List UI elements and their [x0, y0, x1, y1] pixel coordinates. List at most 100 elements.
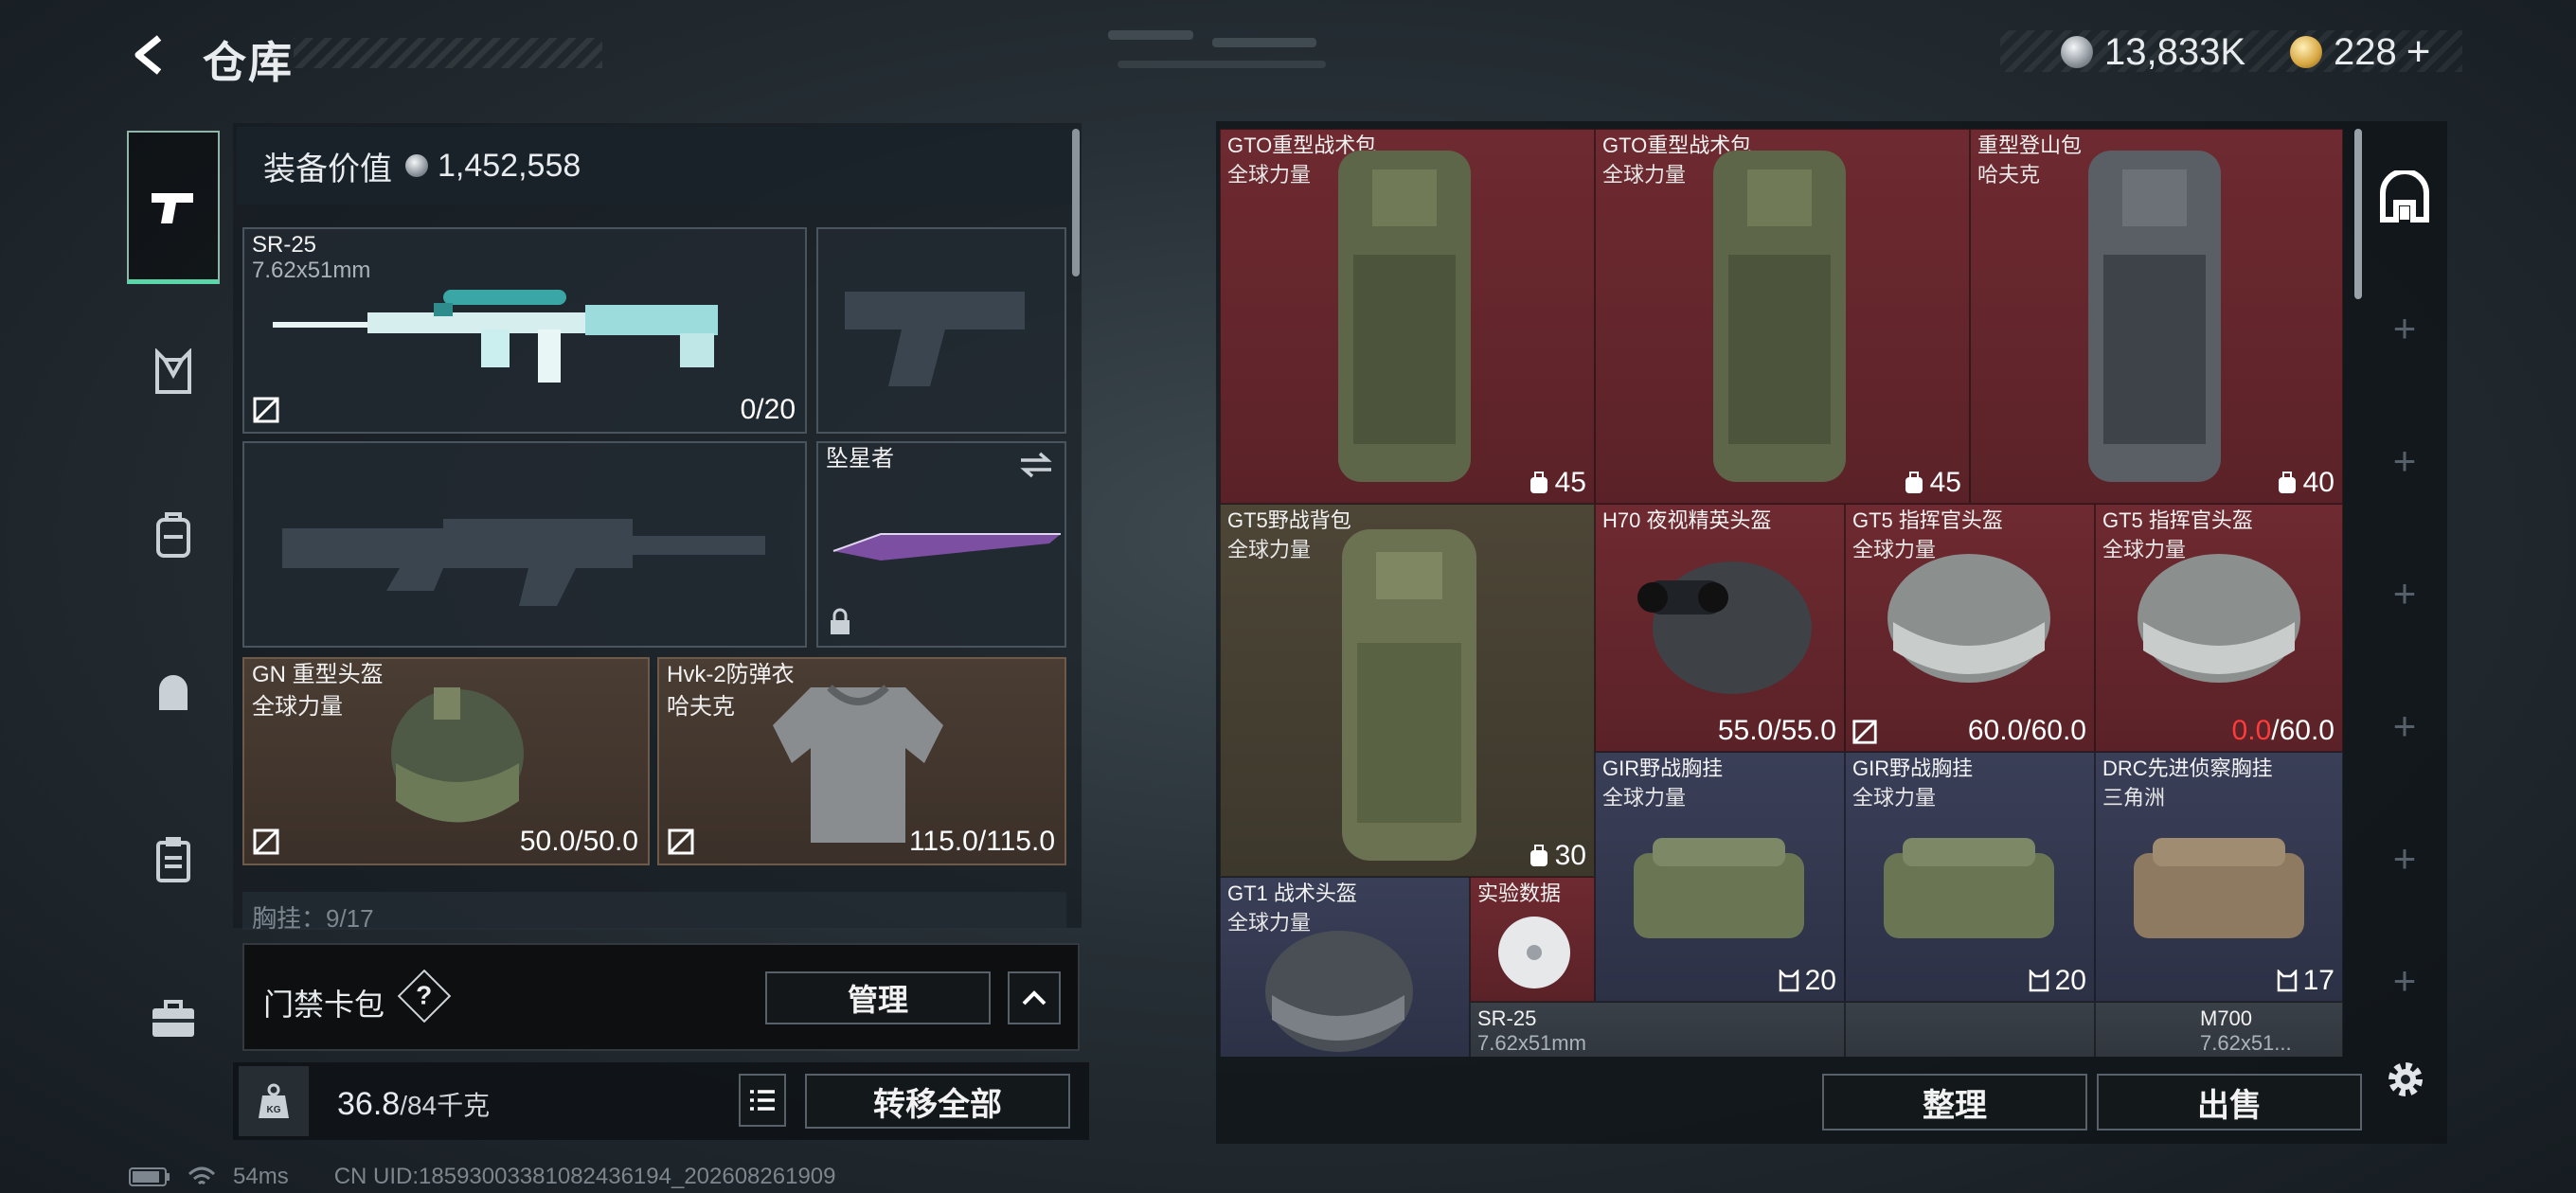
item-name: H70 夜视精英头盔: [1602, 508, 1772, 532]
chest-rig-slot-partial[interactable]: 胸挂：9/17: [242, 892, 1066, 930]
locked-storage-tab[interactable]: +: [2368, 953, 2442, 1009]
primary-weapon-slot[interactable]: SR-25 7.62x51mm 0/20: [242, 227, 807, 434]
no-loss-icon: [253, 397, 279, 423]
chest-rig-image: [2134, 838, 2304, 938]
swap-icon[interactable]: [1017, 451, 1055, 479]
storage-item[interactable]: H70 夜视精英头盔 55.0/55.0: [1595, 504, 1845, 752]
storage-item[interactable]: GT5 指挥官头盔 全球力量 60.0/60.0: [1845, 504, 2095, 752]
collapse-button[interactable]: [1008, 971, 1061, 1024]
armor-slot[interactable]: Hvk-2防弹衣 哈夫克 115.0/115.0: [657, 657, 1066, 865]
storage-item[interactable]: 重型登山包 哈夫克 40: [1970, 129, 2343, 504]
silver-coin-icon: [2061, 36, 2093, 68]
equipment-scrollbar[interactable]: [1072, 129, 1080, 276]
melee-slot[interactable]: 坠星者: [816, 441, 1066, 648]
locked-storage-tab[interactable]: +: [2368, 689, 2442, 763]
gold-currency: 228 +: [2290, 28, 2430, 76]
battery-icon: [129, 1167, 170, 1186]
vest-capacity-icon: [2029, 970, 2048, 992]
rifle-silhouette-icon: [282, 519, 765, 606]
helmet-durability: 50.0/50.0: [519, 826, 638, 857]
item-name: 实验数据: [1477, 881, 1562, 905]
capacity-text: 36.8/84千克: [337, 1085, 490, 1123]
durability-current: 0.0: [2231, 715, 2272, 746]
item-faction: 全球力量: [1227, 163, 1312, 187]
vest-capacity-icon: [1779, 970, 1798, 992]
storage-item[interactable]: SR-25 7.62x51mm: [1470, 1002, 1845, 1057]
storage-item[interactable]: GTO重型战术包 全球力量 45: [1220, 129, 1595, 504]
manage-button[interactable]: 管理: [765, 971, 991, 1024]
item-capacity: 40: [2302, 467, 2334, 498]
nav-container[interactable]: [127, 812, 220, 905]
capacity-badge: 20: [2029, 965, 2086, 997]
storage-tab-main[interactable]: [2364, 157, 2445, 239]
storage-item[interactable]: GTO重型战术包 全球力量 45: [1595, 129, 1970, 504]
helmet-slot[interactable]: GN 重型头盔 全球力量 50.0/50.0: [242, 657, 650, 865]
nav-chest-rig[interactable]: [127, 326, 220, 418]
chevron-up-icon: [1022, 990, 1046, 1006]
storage-item[interactable]: M700 7.62x51...: [2095, 1002, 2343, 1057]
item-name: GT1 战术头盔: [1227, 881, 1357, 905]
briefcase-icon: [152, 1000, 194, 1037]
item-faction: 全球力量: [1602, 163, 1687, 187]
item-durability: 0.0/60.0: [2232, 715, 2334, 747]
item-name: SR-25: [1477, 1006, 1537, 1030]
storage-item[interactable]: [1845, 1002, 2095, 1057]
list-view-button[interactable]: [739, 1074, 786, 1127]
backpack-image: [1338, 151, 1471, 482]
ammo-count: 0/20: [740, 394, 796, 425]
card-pack-bar: 门禁卡包 ? 管理: [242, 943, 1080, 1051]
helmet-name: GN 重型头盔: [252, 662, 384, 687]
locked-storage-tab[interactable]: +: [2368, 822, 2442, 896]
storage-item[interactable]: 实验数据: [1470, 877, 1595, 1002]
storage-item[interactable]: GT5 指挥官头盔 全球力量 0.0/60.0: [2095, 504, 2343, 752]
locked-storage-tab[interactable]: +: [2368, 424, 2442, 498]
item-name: GT5 指挥官头盔: [2102, 508, 2253, 532]
capacity-badge: 40: [2277, 467, 2334, 499]
storage-item[interactable]: GT1 战术头盔 全球力量: [1220, 877, 1470, 1057]
back-button[interactable]: [121, 27, 178, 83]
storage-item[interactable]: DRC先进侦察胸挂 三角洲 17: [2095, 752, 2343, 1002]
item-name: 重型登山包: [1977, 134, 2083, 157]
disc-image: [1498, 917, 1570, 988]
item-name: M700: [2200, 1006, 2253, 1030]
secondary-weapon-slot[interactable]: [242, 441, 807, 648]
armor-faction: 哈夫克: [667, 694, 735, 720]
capacity-badge: 20: [1779, 965, 1836, 997]
wifi-icon: [188, 1166, 216, 1185]
vest-capacity-icon: [2277, 970, 2297, 992]
item-name: GIR野战胸挂: [1602, 757, 1724, 780]
weight-icon: KG: [259, 1083, 289, 1118]
sell-button[interactable]: 出售: [2097, 1074, 2362, 1131]
transfer-all-button[interactable]: 转移全部: [805, 1074, 1070, 1129]
storage-scrollbar[interactable]: [2354, 129, 2362, 299]
silver-coin-icon: [405, 154, 428, 177]
nav-safe-box[interactable]: [127, 973, 220, 1066]
sort-button[interactable]: 整理: [1822, 1074, 2087, 1131]
vest-icon: [155, 348, 191, 394]
card-pack-label: 门禁卡包: [263, 988, 385, 1022]
nav-pouch[interactable]: [127, 648, 220, 740]
nav-weapons[interactable]: [127, 131, 220, 284]
backpack-capacity-icon: [2278, 472, 2296, 493]
weight-icon-text: KG: [267, 1105, 281, 1115]
nav-backpack[interactable]: [127, 489, 220, 581]
item-faction: 三角洲: [2102, 786, 2166, 810]
storage-item[interactable]: GIR野战胸挂 全球力量 20: [1595, 752, 1845, 1002]
pistol-slot[interactable]: [816, 227, 1066, 434]
add-storage-tab-button[interactable]: +: [2368, 292, 2442, 365]
locked-storage-tab[interactable]: +: [2368, 557, 2442, 631]
storage-item[interactable]: GT5野战背包 全球力量 30: [1220, 504, 1595, 877]
helmet-faction: 全球力量: [252, 694, 343, 720]
list-icon: [750, 1090, 775, 1111]
chest-rig-image: [1634, 838, 1804, 938]
silver-currency: 13,833K: [2061, 28, 2245, 76]
storage-item[interactable]: GIR野战胸挂 全球力量 20: [1845, 752, 2095, 1002]
equipment-value-amount: 1,452,558: [438, 147, 581, 184]
settings-button[interactable]: [2377, 1051, 2434, 1108]
help-icon[interactable]: ?: [397, 969, 452, 1024]
item-name: GIR野战胸挂: [1852, 757, 1974, 780]
add-currency-button[interactable]: +: [2406, 28, 2431, 76]
item-caliber: 7.62x51...: [2200, 1031, 2292, 1055]
melee-name: 坠星者: [826, 446, 894, 472]
help-glyph: ?: [416, 980, 433, 1010]
